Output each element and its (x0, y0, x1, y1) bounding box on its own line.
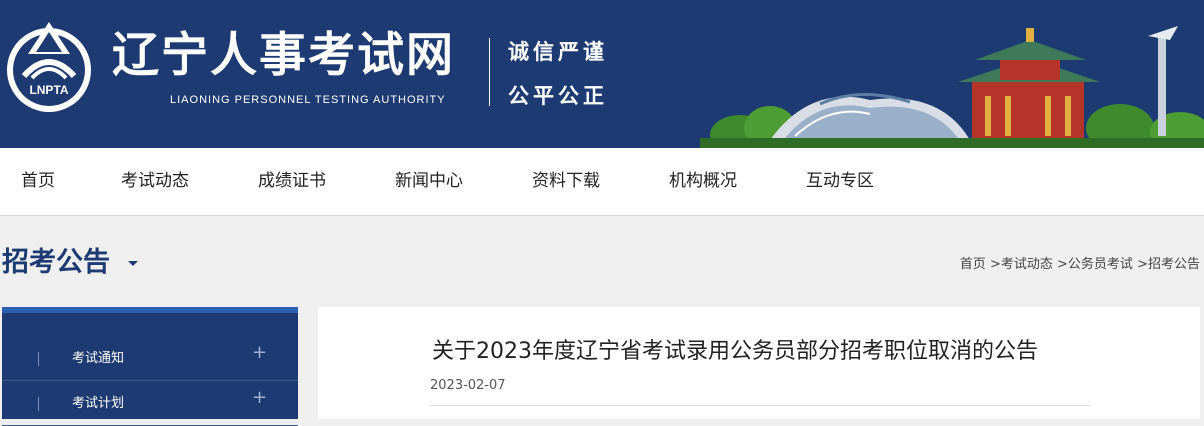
sidebar-item-marker (38, 397, 39, 411)
section-title: 招考公告 (2, 247, 110, 278)
slogan-line1: 诚信严谨 (508, 40, 608, 64)
lnpta-logo-icon[interactable]: LNPTA (4, 18, 94, 114)
sidebar-item-label: 考试计划 (72, 396, 125, 411)
breadcrumb-current[interactable]: 招考公告 (1148, 257, 1200, 272)
caret-down-icon[interactable] (128, 261, 138, 266)
landmark-scenery-image (700, 26, 1204, 148)
breadcrumb-separator: > (1057, 257, 1068, 272)
sidebar: 考试通知 + 考试计划 + (2, 307, 298, 426)
sidebar-item-label: 考试通知 (72, 351, 125, 366)
breadcrumb-separator: > (989, 257, 1001, 272)
logo-text: LNPTA (29, 83, 68, 97)
site-title[interactable]: 辽宁人事考试网 (112, 26, 455, 86)
nav-item-downloads[interactable]: 资料下载 (532, 148, 600, 215)
nav-item-home[interactable]: 首页 (21, 148, 55, 215)
article-date: 2023-02-07 (430, 378, 506, 393)
main-nav: 首页 考试动态 成绩证书 新闻中心 资料下载 机构概况 互动专区 (0, 148, 1204, 216)
header-divider (489, 38, 490, 106)
slogan-line2: 公平公正 (508, 84, 608, 108)
breadcrumb-separator: > (1137, 257, 1148, 272)
article-divider (430, 405, 1090, 406)
site-header: LNPTA 辽宁人事考试网 LIAONING PERSONNEL TESTING… (0, 0, 1204, 148)
sidebar-item-exam-plan[interactable]: 考试计划 + (2, 380, 298, 426)
sidebar-item-marker (38, 352, 39, 366)
nav-item-interaction[interactable]: 互动专区 (806, 148, 874, 215)
breadcrumb: 首页 >考试动态 >公务员考试 >招考公告 (960, 253, 1200, 272)
nav-item-about[interactable]: 机构概况 (669, 148, 737, 215)
plus-icon[interactable]: + (252, 342, 267, 363)
breadcrumb-home[interactable]: 首页 (960, 257, 986, 272)
site-subtitle: LIAONING PERSONNEL TESTING AUTHORITY (170, 94, 446, 106)
breadcrumb-exam-news[interactable]: 考试动态 (1001, 257, 1053, 272)
nav-item-scores-certs[interactable]: 成绩证书 (258, 148, 326, 215)
sidebar-item-exam-notice[interactable]: 考试通知 + (2, 335, 298, 381)
nav-item-exam-news[interactable]: 考试动态 (121, 148, 189, 215)
plus-icon[interactable]: + (252, 387, 267, 408)
breadcrumb-civil-service[interactable]: 公务员考试 (1068, 257, 1133, 272)
nav-item-news-center[interactable]: 新闻中心 (395, 148, 463, 215)
article-title: 关于2023年度辽宁省考试录用公务员部分招考职位取消的公告 (432, 339, 1038, 364)
